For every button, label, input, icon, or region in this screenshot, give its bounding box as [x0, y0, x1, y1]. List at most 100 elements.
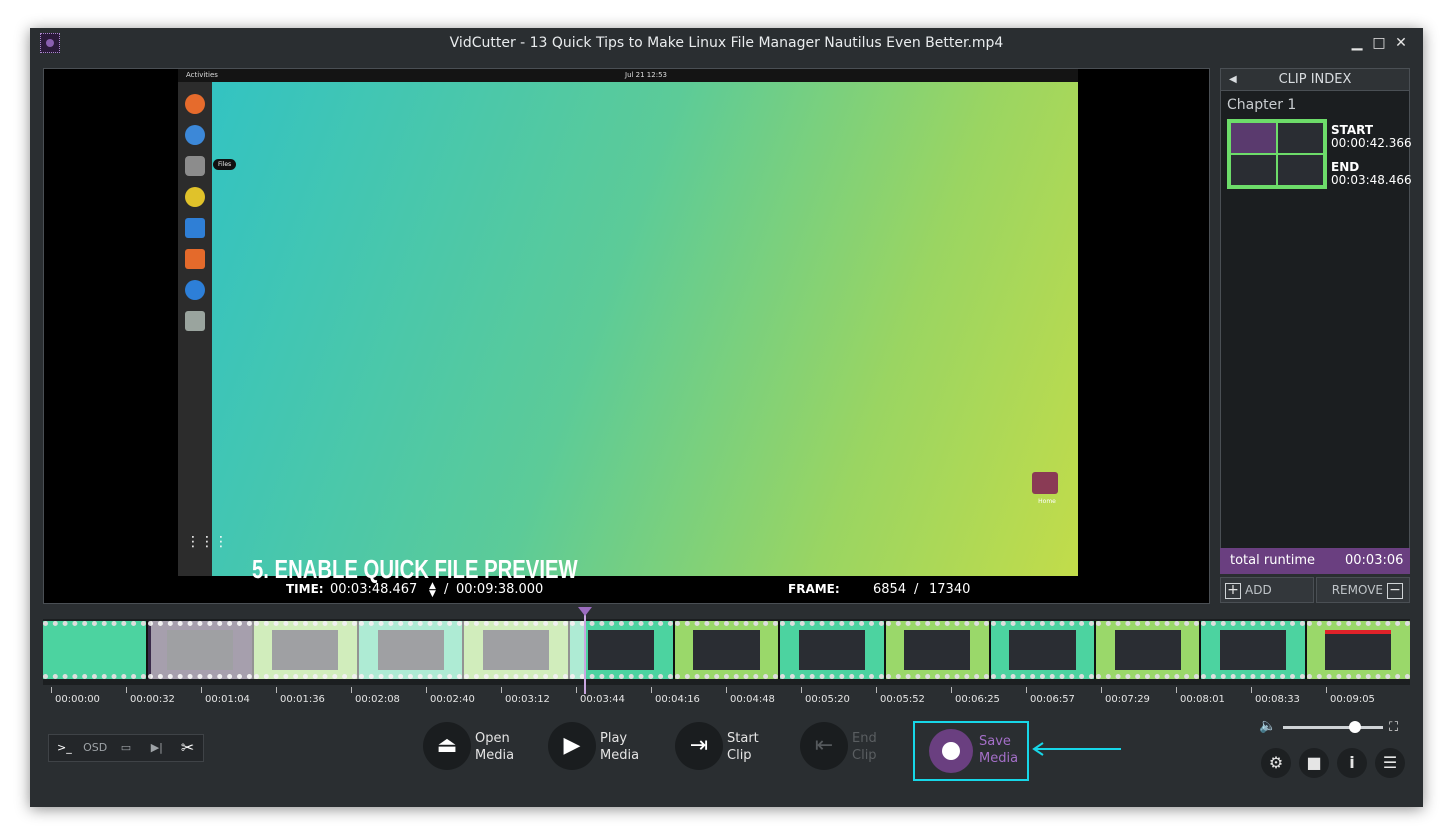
clip-index-title: CLIP INDEX — [1278, 72, 1352, 87]
frame-label: FRAME: — [788, 582, 840, 596]
volume-slider-handle[interactable] — [1349, 721, 1361, 733]
minimize-icon[interactable]: ▁ — [1348, 34, 1366, 52]
clip-end-label: END — [1331, 160, 1360, 174]
maximize-icon[interactable]: □ — [1370, 34, 1388, 52]
ruler-tick-mark — [951, 687, 952, 693]
clip-index-header[interactable]: ◀ CLIP INDEX — [1221, 69, 1409, 91]
end-clip-icon: ⇤ — [800, 722, 848, 770]
clip-start-label: START — [1331, 123, 1374, 137]
film-frame — [990, 621, 1095, 679]
ruler-tick-label: 00:01:04 — [205, 694, 250, 705]
ruler-tick-mark — [726, 687, 727, 693]
ruler-tick-mark — [1251, 687, 1252, 693]
ruler-tick-label: 00:00:00 — [55, 694, 100, 705]
video-preview[interactable]: Activities Jul 21 12:53 Home 5. Enable Q… — [43, 68, 1210, 604]
clip-thumbnail[interactable] — [1227, 119, 1327, 189]
ruler-tick-label: 00:02:40 — [430, 694, 475, 705]
clip-end-time: 00:03:48.466 — [1331, 173, 1412, 187]
collapse-arrow-icon[interactable]: ◀ — [1229, 69, 1237, 91]
time-label: TIME: — [286, 582, 324, 596]
volume-icon[interactable]: 🔈 — [1259, 718, 1276, 734]
clip-selection-overlay[interactable] — [151, 621, 585, 679]
ruler-tick-label: 00:05:52 — [880, 694, 925, 705]
frame-current: 6854 — [873, 582, 907, 597]
plus-icon: + — [1225, 582, 1241, 599]
fullscreen-icon[interactable]: ⛶ — [1389, 720, 1398, 735]
time-total: 00:09:38.000 — [456, 582, 544, 597]
app-grid-icon: ⋮⋮⋮ — [186, 534, 228, 550]
ruler-tick-label: 00:09:05 — [1330, 694, 1375, 705]
ruler-tick-label: 00:06:25 — [955, 694, 1000, 705]
ruler-tick-label: 00:02:08 — [355, 694, 400, 705]
files-icon — [185, 156, 205, 176]
writer-icon — [185, 218, 205, 238]
menu-list-icon[interactable]: ☰ — [1375, 748, 1405, 778]
close-icon[interactable]: ✕ — [1392, 34, 1410, 52]
volume-slider[interactable] — [1283, 721, 1383, 733]
ruler-tick-label: 00:07:29 — [1105, 694, 1150, 705]
film-frame — [885, 621, 989, 679]
ruler-tick-mark — [576, 687, 577, 693]
add-label: ADD — [1245, 583, 1272, 597]
smartcut-scissors-icon[interactable]: ✂ — [172, 735, 203, 761]
add-clip-button[interactable]: + ADD — [1220, 577, 1314, 603]
ruler-tick-mark — [51, 687, 52, 693]
ruler-tick-mark — [1326, 687, 1327, 693]
desktop-wallpaper: Home 5. Enable Quick File Preview — [212, 82, 1078, 584]
total-runtime-bar: total runtime 00:03:06 — [1220, 548, 1410, 574]
osd-button[interactable]: OSD — [80, 735, 111, 761]
ruler-tick-mark — [876, 687, 877, 693]
settings-gear-icon[interactable]: ⚙ — [1261, 748, 1291, 778]
chapter-label: Chapter 1 — [1227, 97, 1297, 113]
runtime-label: total runtime — [1230, 553, 1316, 568]
info-icon[interactable]: i — [1337, 748, 1367, 778]
end-clip-label: End Clip — [852, 731, 877, 763]
ruler-tick-mark — [501, 687, 502, 693]
ruler-tick-label: 00:06:57 — [1030, 694, 1075, 705]
clip-times: START 00:00:42.366 END 00:03:48.466 — [1331, 124, 1412, 187]
film-frame — [1096, 621, 1200, 679]
ruler-tick-mark — [276, 687, 277, 693]
film-frame — [1201, 621, 1305, 679]
time-status-row: TIME: 00:03:48.467 ▲ ▼ / 00:09:38.000 FRA… — [44, 580, 1209, 602]
playhead[interactable] — [578, 607, 592, 694]
clip-index-panel: ◀ CLIP INDEX Chapter 1 START 00:00:42.36… — [1220, 68, 1412, 574]
ruler-tick-label: 00:04:16 — [655, 694, 700, 705]
app-window: VidCutter - 13 Quick Tips to Make Linux … — [30, 28, 1423, 807]
ruler-tick-mark — [126, 687, 127, 693]
thumbnails-toggle-icon[interactable]: ▭ — [111, 735, 142, 761]
save-media-button[interactable]: Save Media — [913, 721, 1029, 781]
start-clip-label: Start Clip — [727, 731, 759, 763]
video-camera-icon[interactable]: ■ — [1299, 748, 1329, 778]
timeline[interactable] — [43, 607, 1411, 694]
ruler-tick-mark — [201, 687, 202, 693]
ruler-tick-mark — [351, 687, 352, 693]
files-tooltip: Files — [213, 159, 237, 170]
film-frame — [780, 621, 884, 679]
annotation-arrow-icon — [1032, 742, 1121, 756]
frame-separator: / — [914, 582, 919, 597]
desktop-dock — [178, 82, 212, 576]
time-current[interactable]: 00:03:48.467 — [330, 582, 417, 597]
frame-total: 17340 — [929, 582, 971, 597]
ruler-tick-mark — [1026, 687, 1027, 693]
clock-label: Jul 21 12:53 — [625, 71, 667, 79]
clip-start-time: 00:00:42.366 — [1331, 136, 1412, 150]
remove-clip-button[interactable]: REMOVE − — [1316, 577, 1410, 603]
ruler-tick-mark — [1176, 687, 1177, 693]
save-media-label: Save Media — [979, 734, 1019, 766]
time-spinner-icon[interactable]: ▲ ▼ — [429, 582, 436, 599]
film-frame — [674, 621, 779, 679]
ruler-tick-label: 00:03:44 — [580, 694, 625, 705]
ruler-tick-label: 00:08:01 — [1180, 694, 1225, 705]
home-folder-icon — [1032, 472, 1058, 494]
film-frame — [43, 621, 147, 679]
title-bar[interactable]: VidCutter - 13 Quick Tips to Make Linux … — [30, 28, 1423, 58]
home-folder-label: Home — [1038, 498, 1056, 505]
console-button[interactable]: >_ — [49, 735, 80, 761]
ruler-tick-label: 00:00:32 — [130, 694, 175, 705]
ruler-tick-mark — [651, 687, 652, 693]
firefox-icon — [185, 94, 205, 114]
ruler-tick-mark — [1101, 687, 1102, 693]
skip-end-icon[interactable]: ▶| — [141, 735, 172, 761]
